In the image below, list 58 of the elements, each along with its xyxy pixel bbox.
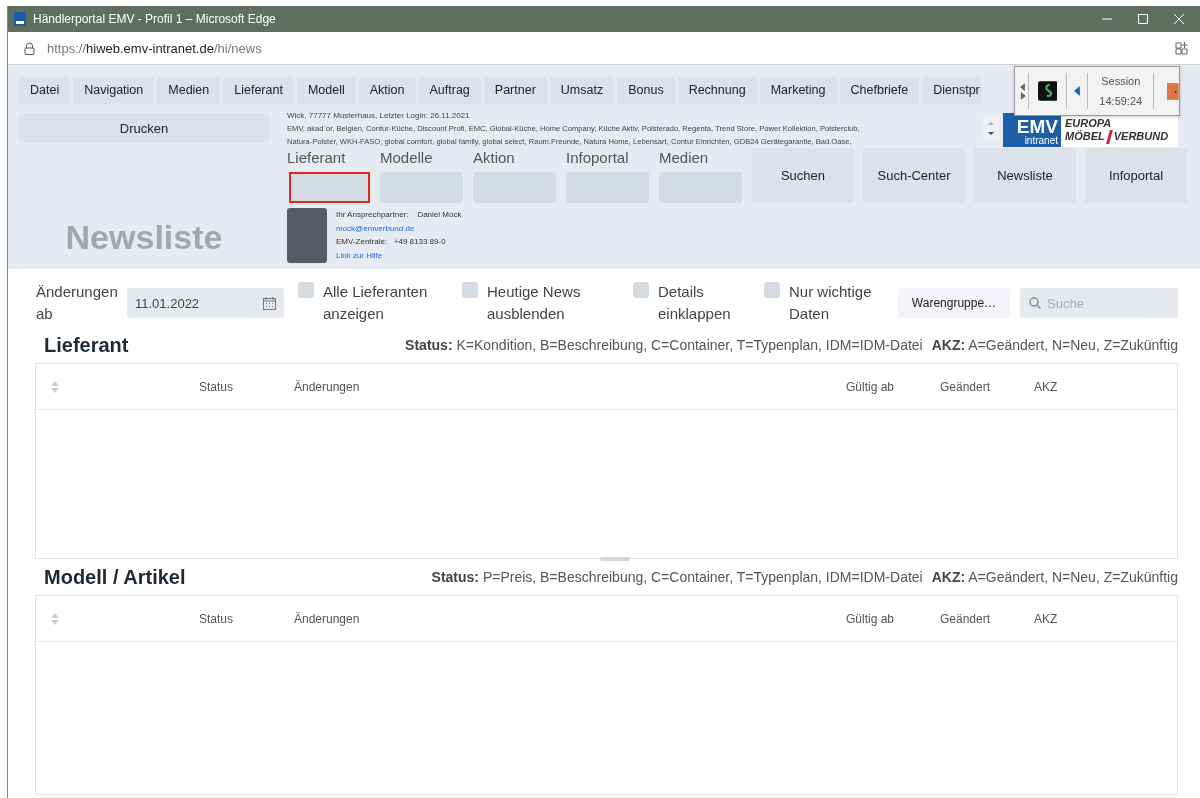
help-link[interactable]: Link zur Hilfe <box>336 248 462 262</box>
menu-item[interactable]: Dienstpr <box>922 77 982 104</box>
status-legend: Status: P=Preis, B=Beschreibung, C=Container, T=Typenplan, IDM=IDM-Datei <box>431 569 923 585</box>
checkbox-label: Nur wichtige Daten <box>789 282 873 324</box>
user-info-text: Wick, 77777 Musterhaus, Letzter Login: 26.11.2021 <box>287 110 471 122</box>
menu-item[interactable]: Datei <box>19 77 71 104</box>
nav-button[interactable]: Newsliste <box>974 148 1076 203</box>
checkbox-label: Alle Lieferanten anzeigen <box>323 282 429 324</box>
column-header[interactable]: Änderungen <box>294 379 846 394</box>
section-title: Lieferant <box>44 333 130 357</box>
column-header[interactable]: AKZ <box>1034 611 1177 626</box>
nav-button[interactable]: Such-Center <box>863 148 965 203</box>
column-header[interactable]: Status <box>199 379 294 394</box>
menu-item[interactable]: Modell <box>296 77 356 104</box>
akz-legend: AKZ: A=Geändert, N=Neu, Z=Zukünftig <box>931 337 1178 353</box>
column-header[interactable]: Status <box>199 611 294 626</box>
email-link[interactable]: mock@emverbund.de <box>336 221 462 235</box>
akz-legend: AKZ: A=Geändert, N=Neu, Z=Zukünftig <box>931 569 1178 585</box>
session-time: 14:59:24 <box>1099 94 1143 109</box>
menu-item[interactable]: Navigation <box>73 77 155 104</box>
column-header[interactable]: Geändert <box>940 379 1034 394</box>
contact-person-text: Ihr Ansprechpartner: Daniel Mock <box>336 209 462 221</box>
menu-item[interactable]: Umsatz <box>549 77 615 104</box>
checkbox-label: Details einklappen <box>658 282 732 324</box>
search-field[interactable]: Suche <box>1020 288 1178 318</box>
menu-item[interactable]: Marketing <box>759 77 837 104</box>
window-title: Händlerportal EMV - Profil 1 – Microsoft Edge <box>33 12 277 26</box>
field-label: Lieferant <box>287 148 347 168</box>
menu-item[interactable]: Aktion <box>358 77 416 104</box>
field-label: Aktion <box>473 148 516 168</box>
field-label: Infoportal <box>566 148 630 168</box>
phone-text: EMV-Zentrale: +49 8133 89-0 <box>336 236 447 248</box>
print-button[interactable]: Drucken <box>19 113 269 143</box>
column-header[interactable]: AKZ <box>1034 379 1177 394</box>
column-header[interactable]: Gültig ab <box>846 611 940 626</box>
menu-item[interactable]: Medien <box>157 77 221 104</box>
field-label: Medien <box>659 148 710 168</box>
nav-button[interactable]: Suchen <box>752 148 854 203</box>
menu-item[interactable]: Bonus <box>617 77 675 104</box>
menu-item[interactable]: Partner <box>483 77 547 104</box>
menu-item[interactable]: Auftrag <box>418 77 481 104</box>
field-label: Modelle <box>380 148 434 168</box>
date-field[interactable]: 11.01.2022 <box>127 288 284 318</box>
url-text[interactable]: https://hiweb.emv-intranet.de/hi/news <box>47 40 1175 56</box>
column-header[interactable]: Gültig ab <box>846 379 940 394</box>
status-legend: Status: K=Kondition, B=Beschreibung, C=Container, T=Typenplan, IDM=IDM-Datei <box>405 337 923 353</box>
checkbox-label: Heutige News ausblenden <box>487 282 582 324</box>
column-header[interactable]: Änderungen <box>294 611 846 626</box>
nav-button[interactable]: Infoportal <box>1085 148 1187 203</box>
column-header[interactable]: Geändert <box>940 611 1034 626</box>
menu-item[interactable]: Lieferant <box>223 77 294 104</box>
menu-item[interactable]: Chefbriefe <box>839 77 920 104</box>
page-title: Newsliste <box>64 218 224 257</box>
section-title: Modell / Artikel <box>44 565 187 589</box>
product-group-dropdown[interactable]: Warengruppe… <box>898 288 1010 318</box>
menu-item[interactable]: Rechnung <box>677 77 757 104</box>
session-label: Session <box>1101 74 1141 89</box>
date-label: Änderungen ab <box>36 282 119 324</box>
